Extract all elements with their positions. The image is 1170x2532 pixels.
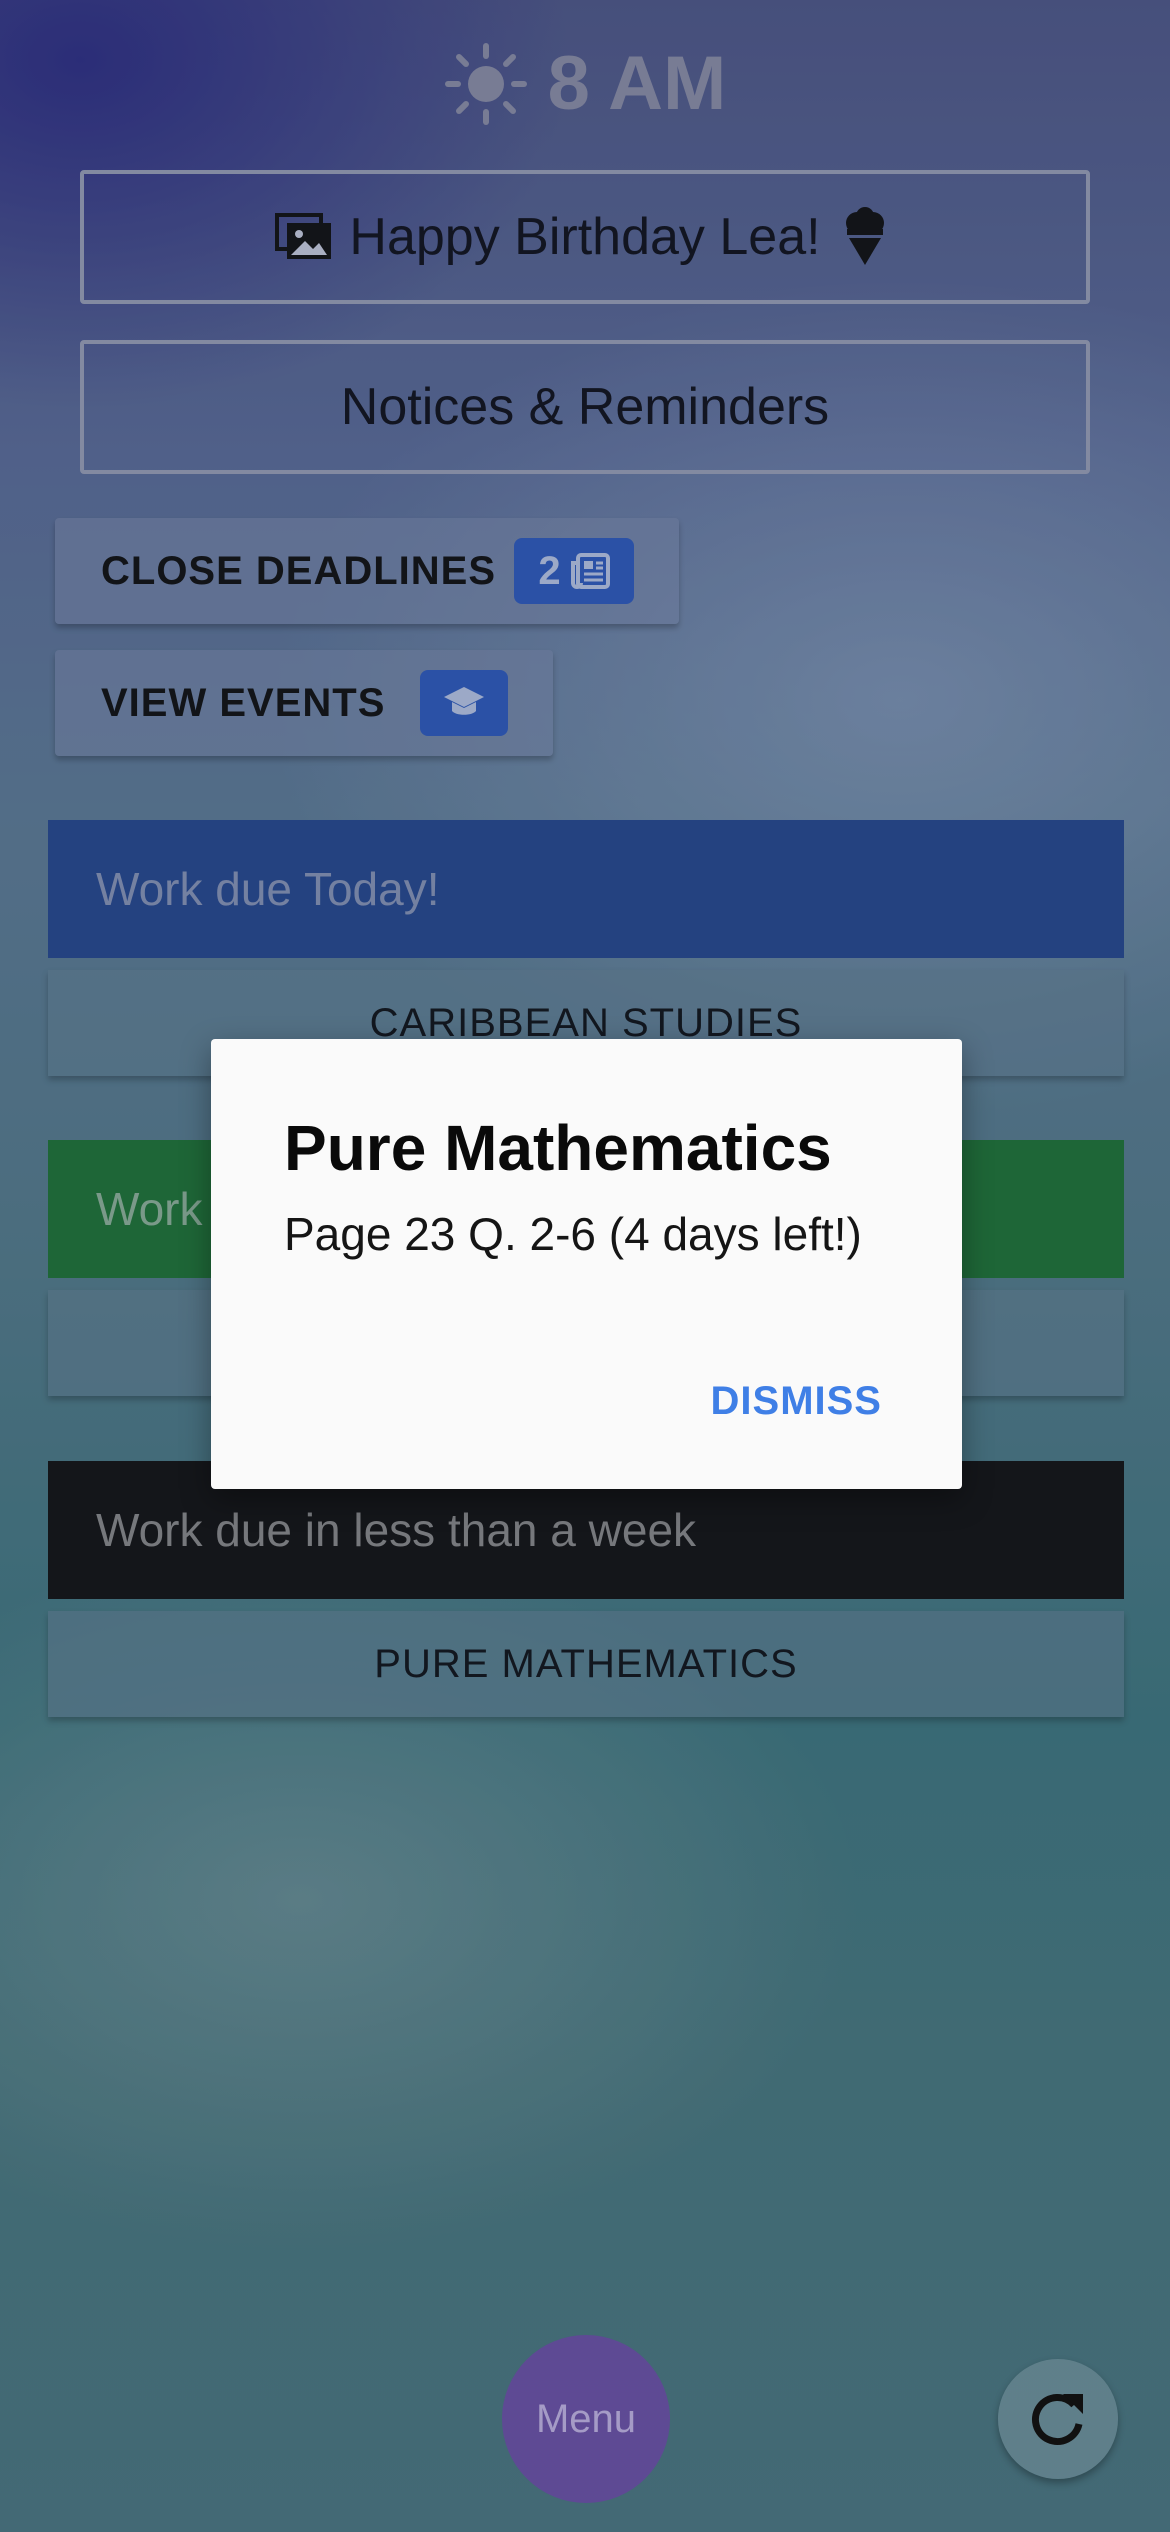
app-screen: 8 AM Happy Birthday Lea! Notices & Remin… bbox=[0, 0, 1170, 2532]
section-header-today: Work due Today! bbox=[48, 820, 1124, 958]
deadlines-count: 2 bbox=[538, 548, 562, 593]
graduation-cap-icon bbox=[444, 687, 484, 715]
dialog-body: Page 23 Q. 2-6 (4 days left!) bbox=[284, 1208, 862, 1260]
dismiss-button[interactable]: DISMISS bbox=[711, 1379, 882, 1424]
assignment-dialog: Pure Mathematics Page 23 Q. 2-6 (4 days … bbox=[211, 1039, 962, 1489]
dialog-title: Pure Mathematics bbox=[284, 1112, 832, 1184]
events-badge bbox=[420, 670, 508, 736]
banner-text: Happy Birthday Lea! bbox=[349, 208, 821, 266]
close-deadlines-button[interactable]: CLOSE DEADLINES 2 bbox=[55, 518, 679, 624]
sun-icon bbox=[444, 42, 527, 125]
menu-button[interactable]: Menu bbox=[502, 2335, 670, 2503]
newspaper-icon bbox=[570, 553, 610, 589]
clock-time: 8 AM bbox=[547, 41, 727, 126]
view-events-label: VIEW EVENTS bbox=[101, 680, 386, 725]
deadlines-badge: 2 bbox=[514, 538, 634, 604]
subject-item-pure-mathematics[interactable]: PURE MATHEMATICS bbox=[48, 1611, 1124, 1717]
notices-label: Notices & Reminders bbox=[340, 378, 830, 436]
view-events-button[interactable]: VIEW EVENTS bbox=[55, 650, 553, 756]
subject-label: PURE MATHEMATICS bbox=[374, 1641, 798, 1686]
notices-reminders-button[interactable]: Notices & Reminders bbox=[80, 340, 1090, 474]
refresh-button[interactable] bbox=[998, 2359, 1118, 2479]
close-deadlines-label: CLOSE DEADLINES bbox=[101, 548, 497, 593]
refresh-icon bbox=[1031, 2394, 1083, 2445]
clock-header: 8 AM bbox=[0, 40, 1170, 127]
photo-icon bbox=[275, 213, 332, 259]
ice-cream-icon bbox=[845, 207, 884, 265]
section-title-week: Work due in less than a week bbox=[96, 1504, 697, 1556]
menu-label: Menu bbox=[535, 2396, 637, 2441]
section-title-upcoming: Work bbox=[96, 1183, 203, 1235]
birthday-banner[interactable]: Happy Birthday Lea! bbox=[80, 170, 1090, 304]
section-title-today: Work due Today! bbox=[96, 863, 440, 915]
